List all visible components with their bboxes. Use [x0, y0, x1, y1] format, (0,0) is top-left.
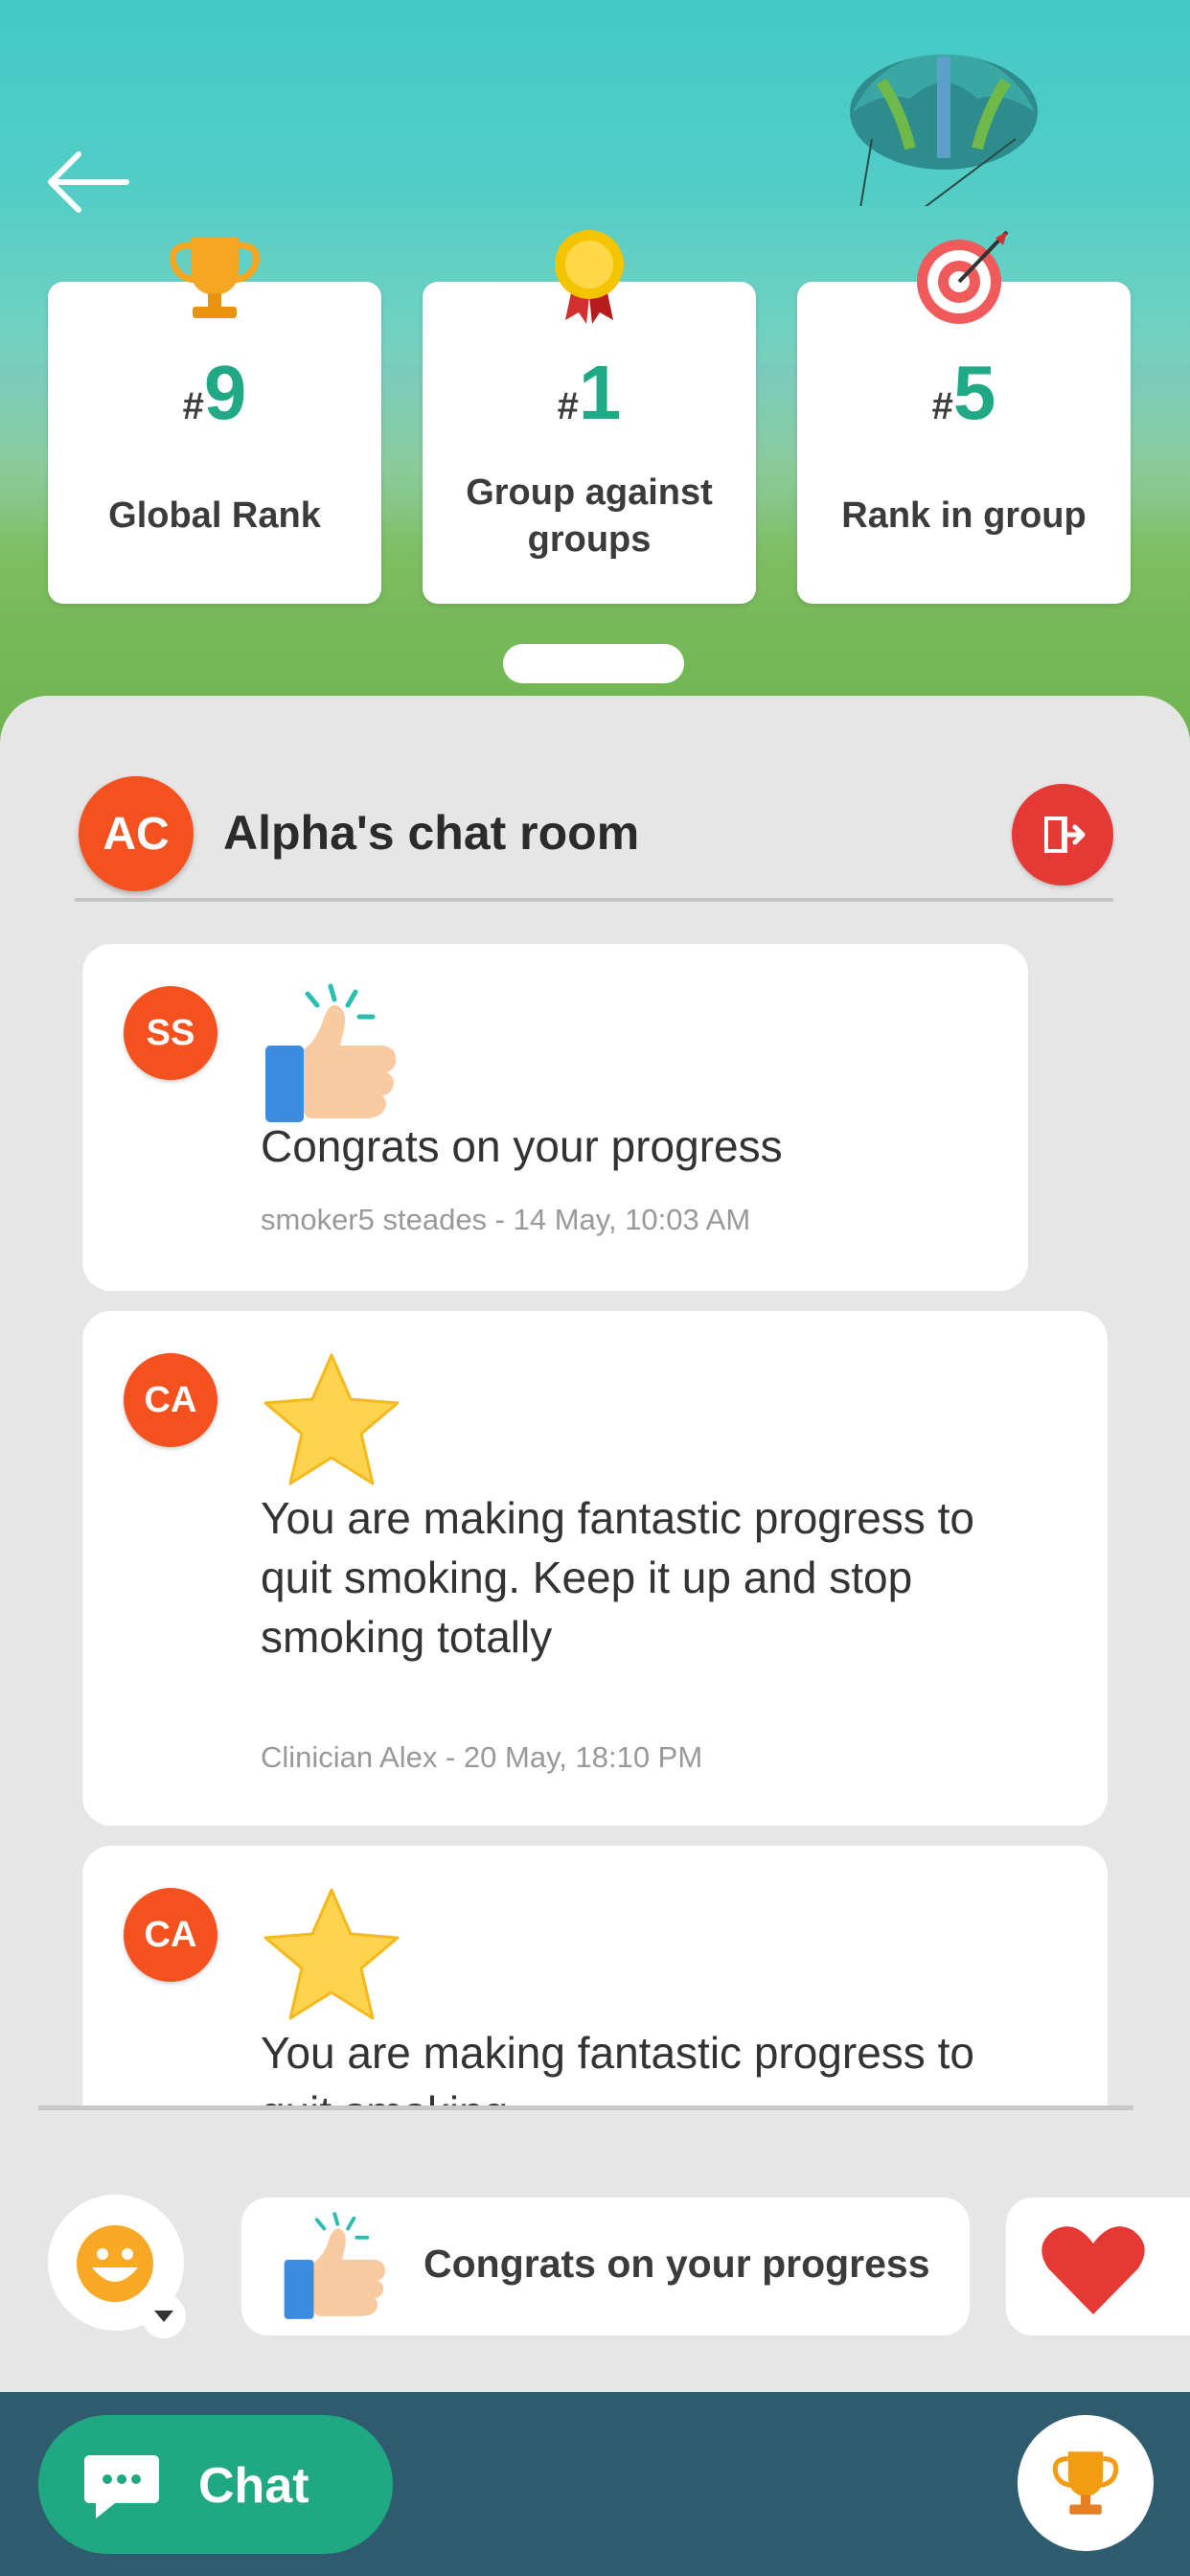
message-card: SS Congrats on your progress smoker5 ste…: [82, 944, 1028, 1291]
exit-room-button[interactable]: [1012, 784, 1113, 886]
message-meta: smoker5 steades - 14 May, 10:03 AM: [261, 1203, 751, 1236]
message-text: You are making fantastic progress to qui…: [261, 2028, 974, 2108]
global-rank-value: 9: [203, 350, 247, 435]
message-card: CA You are making fantastic progress to …: [82, 1311, 1108, 1826]
chat-tab-button[interactable]: Chat: [38, 2415, 393, 2554]
star-icon: [263, 1888, 400, 2020]
thumbs-up-icon: [265, 983, 397, 1122]
sender-avatar: SS: [124, 986, 217, 1080]
sender-avatar: CA: [124, 1888, 217, 1982]
sender-avatar: CA: [124, 1353, 217, 1447]
emoji-dropdown-toggle[interactable]: [142, 2294, 186, 2338]
parasail-image: [850, 54, 1038, 206]
message-card: CA You are making fantastic progress to …: [82, 1846, 1108, 2108]
quick-reply-heart[interactable]: I: [1006, 2197, 1190, 2335]
group-rank-value: 1: [578, 350, 622, 435]
heart-icon: [1041, 2226, 1145, 2314]
chat-bubble-icon: [84, 2455, 159, 2518]
feed-divider: [38, 2105, 1133, 2110]
message-text: You are making fantastic progress to qui…: [261, 1493, 974, 1662]
quick-reply-congrats[interactable]: Congrats on your progress: [241, 2197, 970, 2335]
group-position-label: Rank in group: [841, 495, 1087, 537]
trophy-icon: [1052, 2451, 1119, 2515]
exit-door-icon: [1044, 816, 1086, 853]
back-arrow-icon[interactable]: [46, 149, 132, 216]
trophy-icon: [169, 238, 261, 318]
group-rank-label: Group against groups: [466, 472, 713, 560]
rank-in-group-card[interactable]: #5 Rank in group: [797, 230, 1131, 604]
quick-reply-label: Congrats on your progress: [423, 2242, 930, 2286]
group-position-value: 5: [952, 350, 996, 435]
chat-room-title: Alpha's chat room: [223, 806, 640, 860]
global-rank-card[interactable]: #9 Global Rank: [48, 238, 381, 604]
caret-down-icon: [154, 2311, 173, 2322]
chat-room-avatar: AC: [79, 776, 194, 891]
leaderboard-button[interactable]: [1018, 2415, 1154, 2551]
message-meta: Clinician Alex - 20 May, 18:10 PM: [261, 1740, 703, 1774]
smiley-face-icon: [77, 2225, 153, 2302]
chat-header-divider: [75, 898, 1113, 902]
chat-tab-label: Chat: [198, 2458, 309, 2514]
medal-icon: [555, 230, 624, 324]
target-icon: [917, 230, 1009, 324]
group-against-groups-card[interactable]: #1 Group against groups: [423, 230, 756, 604]
message-feed[interactable]: SS Congrats on your progress smoker5 ste…: [0, 920, 1190, 2108]
star-icon: [263, 1353, 400, 1485]
panel-drag-handle[interactable]: [503, 644, 684, 683]
thumbs-up-icon: [284, 2212, 385, 2319]
global-rank-label: Global Rank: [108, 495, 321, 537]
message-text: Congrats on your progress: [261, 1121, 783, 1171]
